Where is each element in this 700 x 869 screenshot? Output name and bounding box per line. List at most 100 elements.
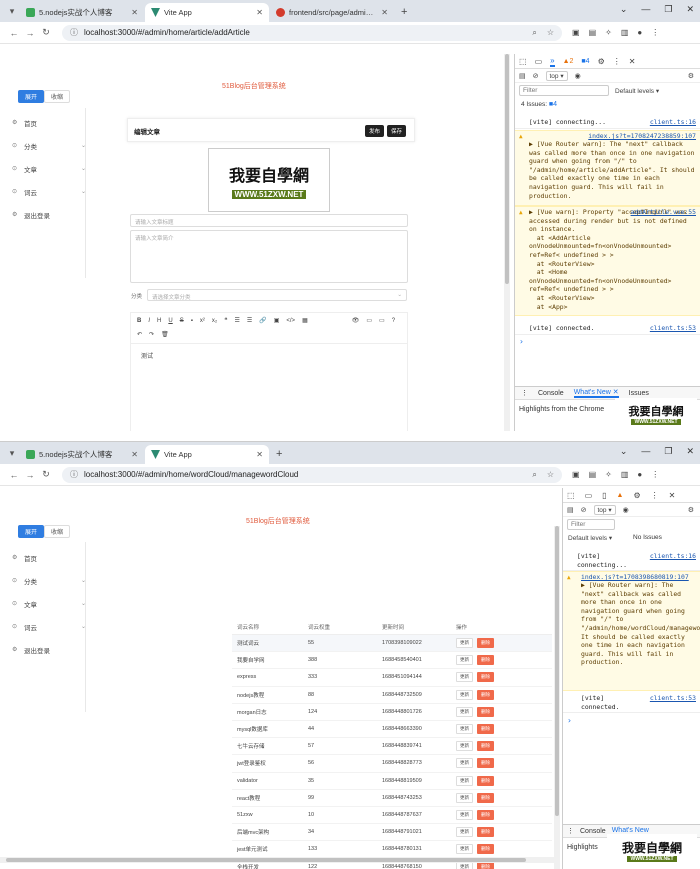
site-info-icon[interactable]: ⓘ: [70, 469, 78, 480]
info-badge[interactable]: ■4: [581, 58, 589, 65]
close-tab-icon[interactable]: ✕: [131, 450, 138, 459]
console-prompt[interactable]: ›: [567, 716, 572, 725]
drawer-tab-whats-new[interactable]: What's New ✕: [573, 388, 619, 398]
device-toggle-icon[interactable]: ▭: [535, 57, 543, 66]
kebab-menu-icon[interactable]: ⋮: [613, 57, 621, 66]
puzzle-icon[interactable]: ✧: [605, 28, 612, 37]
expand-button[interactable]: 展开: [18, 525, 45, 538]
update-button[interactable]: 更新: [456, 638, 473, 649]
horizontal-scrollbar[interactable]: [0, 857, 556, 863]
delete-button[interactable]: 删除: [477, 672, 494, 683]
zoom-icon[interactable]: ⌕: [532, 28, 536, 38]
close-devtools-icon[interactable]: ✕: [629, 57, 636, 66]
source-link[interactable]: index.js?t=1708247238859:107: [588, 132, 696, 141]
editor-content[interactable]: 测试: [141, 351, 153, 360]
log-levels-select[interactable]: Default levels ▾: [568, 534, 612, 542]
settings-gear-icon[interactable]: ⚙: [598, 57, 605, 66]
close-window-icon[interactable]: ✕: [686, 446, 694, 457]
sidebar-item-wordcloud[interactable]: ⊙ 词云 ⌄: [12, 180, 92, 203]
expand-button[interactable]: 展开: [18, 90, 45, 103]
more-panels-icon[interactable]: »: [550, 56, 555, 67]
media-icon[interactable]: ▯: [602, 491, 606, 500]
sidebar-item-home[interactable]: ⚙ 首页: [12, 111, 92, 134]
drawer-menu-icon[interactable]: ⋮: [521, 389, 528, 397]
cover-image[interactable]: 我要自學網 WWW.51ZXW.NET: [208, 148, 330, 212]
update-button[interactable]: 更新: [456, 689, 473, 700]
console-prompt[interactable]: ›: [519, 337, 524, 346]
update-button[interactable]: 更新: [456, 809, 473, 820]
inspect-icon[interactable]: ⬚: [567, 491, 575, 500]
sidebar-item-logout[interactable]: ⚙ 退出登录: [12, 638, 92, 661]
console-settings-icon[interactable]: ⚙: [688, 72, 694, 80]
update-button[interactable]: 更新: [456, 827, 473, 838]
category-select[interactable]: 请选择文章分类 ⌄: [147, 289, 407, 301]
quote-icon[interactable]: ❝: [224, 317, 227, 324]
issues-counter[interactable]: No Issues: [633, 534, 662, 541]
split-view-icon[interactable]: ▭: [379, 317, 385, 324]
site-info-icon[interactable]: ⓘ: [70, 27, 78, 38]
close-window-icon[interactable]: ✕: [686, 4, 694, 15]
collapse-button[interactable]: 收缩: [44, 90, 71, 103]
log-levels-select[interactable]: Default levels ▾: [615, 87, 659, 95]
new-tab-button[interactable]: +: [395, 6, 413, 18]
sidebar-item-wordcloud[interactable]: ⊙ 词云 ⌄: [12, 615, 92, 638]
menu-icon[interactable]: ⋮: [651, 28, 659, 37]
delete-button[interactable]: 删除: [477, 775, 494, 786]
tab-search-icon[interactable]: ▾: [4, 3, 20, 19]
help-icon[interactable]: ?: [392, 318, 395, 324]
console-settings-icon[interactable]: ⚙: [688, 506, 694, 514]
browser-tab-blog-course[interactable]: 5.nodejs实战个人博客 ✕: [20, 445, 144, 464]
issues-counter[interactable]: 4 Issues: ■4: [521, 101, 557, 108]
redo-icon[interactable]: ↷: [149, 331, 154, 338]
article-summary-textarea[interactable]: 请输入文章简介: [130, 230, 408, 283]
superscript-icon[interactable]: x²: [200, 318, 205, 324]
delete-button[interactable]: 删除: [477, 706, 494, 717]
puzzle-icon[interactable]: ✧: [605, 470, 612, 479]
trash-icon[interactable]: 🗑: [161, 331, 169, 338]
console-filter-input[interactable]: Filter: [519, 85, 609, 96]
update-button[interactable]: 更新: [456, 758, 473, 769]
publish-button[interactable]: 发布: [365, 125, 385, 137]
maximize-icon[interactable]: ❐: [664, 4, 672, 15]
close-tab-icon[interactable]: ✕: [256, 8, 263, 17]
heading-icon[interactable]: H: [157, 318, 161, 324]
extension-icon[interactable]: ▣: [572, 470, 580, 479]
delete-button[interactable]: 删除: [477, 844, 494, 855]
underline-icon[interactable]: U: [168, 318, 172, 324]
context-select[interactable]: top ▾: [593, 504, 616, 515]
device-toggle-icon[interactable]: ▭: [585, 491, 593, 500]
delete-button[interactable]: 删除: [477, 638, 494, 649]
delete-button[interactable]: 删除: [477, 741, 494, 752]
update-button[interactable]: 更新: [456, 775, 473, 786]
collapse-button[interactable]: 收缩: [44, 525, 71, 538]
minimize-icon[interactable]: —: [641, 4, 650, 15]
update-button[interactable]: 更新: [456, 724, 473, 735]
browser-tab-github[interactable]: frontend/src/page/admin/ar ✕: [270, 3, 394, 22]
clear-console-icon[interactable]: ⊘: [533, 72, 539, 80]
delete-button[interactable]: 删除: [477, 792, 494, 803]
drawer-menu-icon[interactable]: ⋮: [567, 827, 574, 835]
console-filter-input[interactable]: Filter: [567, 519, 615, 530]
markdown-editor[interactable]: B I H U S ▪ x² x₂ ❝ ☰ ☰ 🔗 ▣ </> ▦ 👁 ▭ ▭ …: [130, 312, 408, 431]
sidebar-item-category[interactable]: ⊙ 分类 ⌄: [12, 569, 92, 592]
delete-button[interactable]: 删除: [477, 689, 494, 700]
strikethrough-icon[interactable]: S: [180, 318, 184, 324]
forward-icon[interactable]: →: [22, 470, 38, 480]
drawer-tab-issues[interactable]: Issues: [629, 390, 649, 397]
update-button[interactable]: 更新: [456, 655, 473, 666]
browser-tab-vite-app[interactable]: Vite App ✕: [145, 3, 269, 22]
article-title-input[interactable]: 请输入文章标题: [130, 214, 408, 227]
fullscreen-icon[interactable]: ▭: [366, 317, 372, 324]
maximize-icon[interactable]: ❐: [664, 446, 672, 457]
eye-icon[interactable]: ◉: [623, 506, 629, 514]
update-button[interactable]: 更新: [456, 844, 473, 855]
inspect-icon[interactable]: ⬚: [519, 57, 527, 66]
zoom-icon[interactable]: ⌕: [532, 470, 536, 480]
forward-icon[interactable]: →: [22, 28, 38, 38]
close-tab-icon[interactable]: ✕: [381, 8, 388, 17]
close-tab-icon[interactable]: ✕: [256, 450, 263, 459]
update-button[interactable]: 更新: [456, 706, 473, 717]
source-link[interactable]: client.ts:53: [650, 324, 696, 333]
save-button[interactable]: 保存: [387, 125, 407, 137]
url-input[interactable]: ⓘ localhost:3000/#/admin/home/article/ad…: [62, 24, 562, 41]
